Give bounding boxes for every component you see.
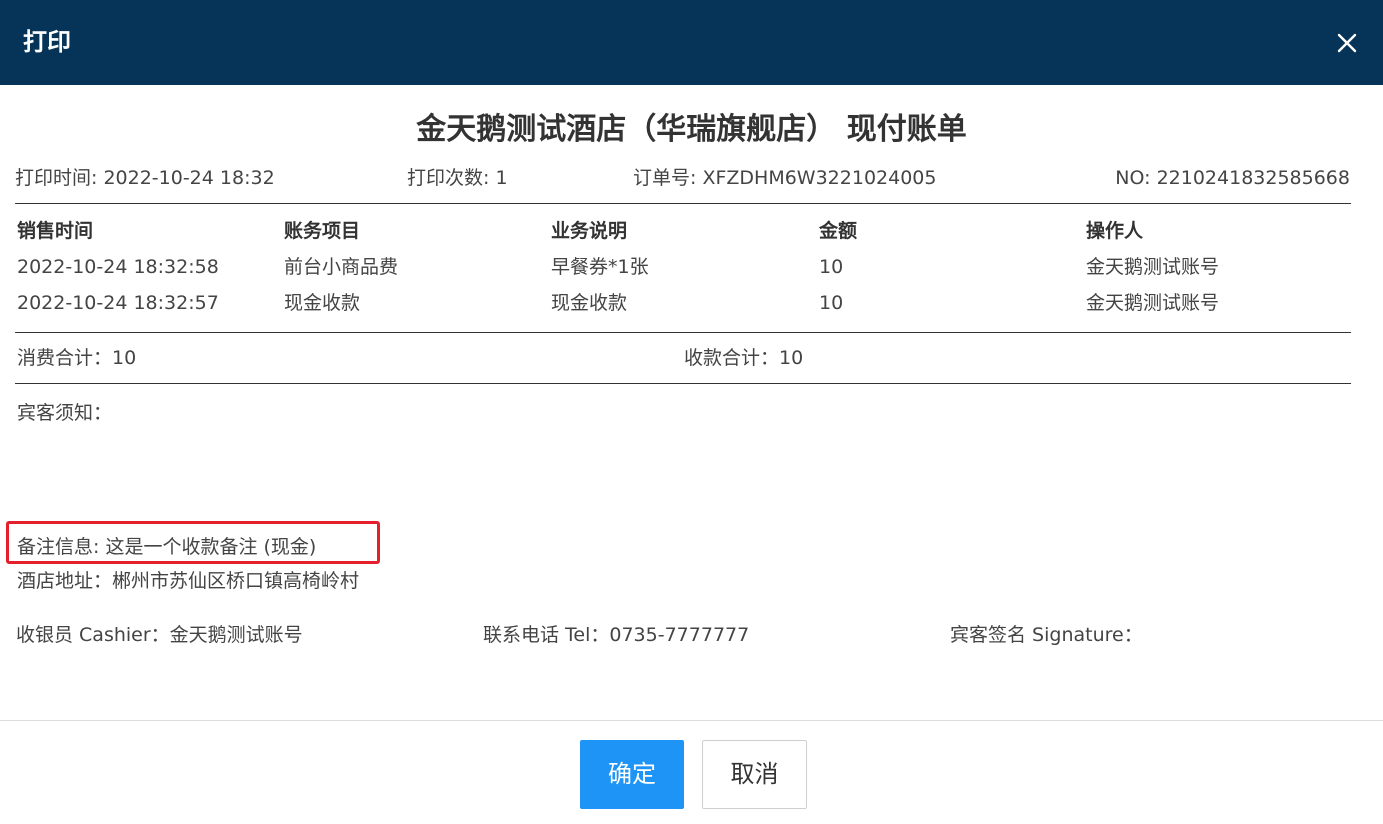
order-number: 订单号: XFZDHM6W3221024005	[633, 167, 937, 189]
divider	[15, 332, 1351, 333]
header-sale-time: 销售时间	[17, 220, 94, 242]
consumption-total: 消费合计：10	[17, 347, 137, 369]
row-1-sale-time: 2022-10-24 18:32:58	[17, 256, 219, 278]
confirm-button[interactable]: 确定	[580, 740, 684, 809]
row-1-operator: 金天鹅测试账号	[1086, 256, 1220, 278]
row-1-description: 早餐券*1张	[551, 256, 649, 278]
print-count: 打印次数: 1	[407, 167, 508, 189]
dialog-title: 打印	[23, 28, 71, 56]
bill-title: 金天鹅测试酒店（华瑞旗舰店） 现付账单	[416, 112, 967, 147]
row-2-operator: 金天鹅测试账号	[1086, 292, 1220, 314]
row-2-description: 现金收款	[551, 292, 628, 314]
close-icon[interactable]	[1330, 26, 1364, 60]
bill-number: NO: 2210241832585668	[1115, 167, 1350, 189]
divider	[15, 203, 1351, 204]
row-2-amount: 10	[819, 292, 844, 314]
row-1-account-item: 前台小商品费	[284, 256, 399, 278]
hotel-address: 酒店地址：郴州市苏仙区桥口镇高椅岭村	[17, 570, 360, 592]
header-description: 业务说明	[551, 220, 628, 242]
guest-notice: 宾客须知：	[17, 402, 113, 424]
print-time: 打印时间: 2022-10-24 18:32	[15, 167, 275, 189]
row-1-amount: 10	[819, 256, 844, 278]
header-amount: 金额	[819, 220, 858, 242]
header-account-item: 账务项目	[284, 220, 361, 242]
cashier: 收银员 Cashier：金天鹅测试账号	[16, 624, 303, 646]
row-2-sale-time: 2022-10-24 18:32:57	[17, 292, 219, 314]
cancel-button[interactable]: 取消	[702, 740, 807, 809]
row-2-account-item: 现金收款	[284, 292, 361, 314]
contact-phone: 联系电话 Tel：0735-7777777	[483, 624, 750, 646]
guest-signature: 宾客签名 Signature：	[950, 624, 1143, 646]
divider	[15, 383, 1351, 384]
footer-divider	[0, 720, 1383, 721]
dialog-header: 打印	[0, 0, 1383, 85]
remark-info: 备注信息: 这是一个收款备注 (现金)	[17, 536, 317, 558]
payment-total: 收款合计：10	[684, 347, 804, 369]
header-operator: 操作人	[1086, 220, 1144, 242]
